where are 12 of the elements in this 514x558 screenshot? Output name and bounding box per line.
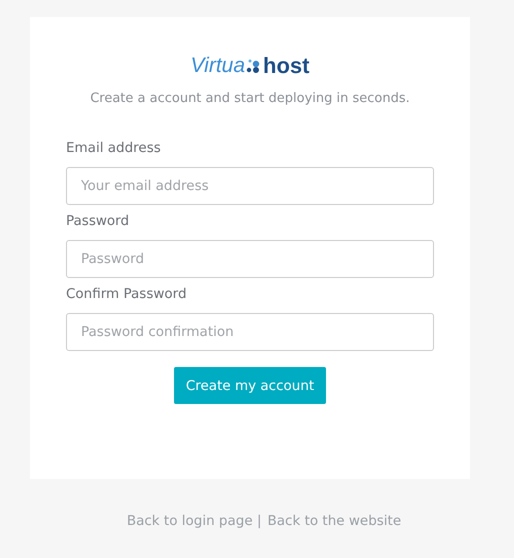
field-label: Email address	[66, 140, 162, 158]
input-field[interactable]: Password	[66, 240, 434, 278]
create-account-button[interactable]: Create my account	[174, 367, 326, 404]
input-field[interactable]: Password confirmation	[66, 313, 434, 351]
logo-text: Virtua	[190, 54, 246, 78]
logo-text: host	[263, 53, 310, 79]
footer-link[interactable]: Back to login page |	[126, 513, 262, 529]
field-label: Password	[66, 213, 130, 231]
field-label: Confirm Password	[66, 286, 188, 304]
input-field[interactable]: Your email address	[66, 167, 434, 205]
tagline: Create a account and start deploying in seconds.	[89, 91, 411, 106]
footer-link[interactable]: Back to the website	[268, 513, 402, 529]
